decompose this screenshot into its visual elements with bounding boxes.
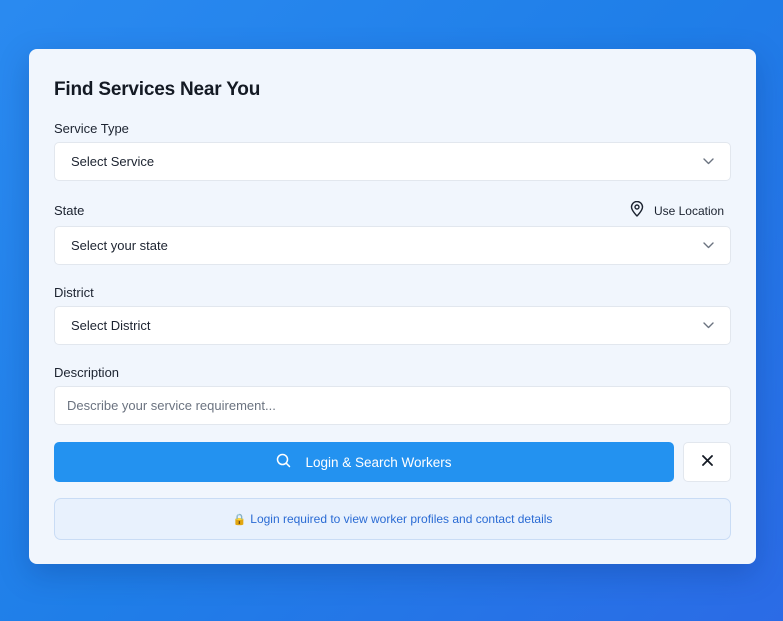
chevron-down-icon [702, 240, 714, 252]
use-location-button[interactable]: Use Location [630, 200, 724, 220]
search-icon [276, 453, 291, 471]
login-search-label: Login & Search Workers [305, 454, 452, 470]
service-type-value: Select Service [71, 154, 155, 169]
card-title: Find Services Near You [54, 79, 261, 100]
use-location-label: Use Location [653, 203, 724, 218]
clear-button[interactable] [683, 442, 731, 482]
description-input[interactable] [54, 386, 731, 425]
service-type-label: Service Type [54, 121, 129, 136]
chevron-down-icon [702, 320, 714, 332]
lock-icon: 🔒 [232, 513, 247, 526]
district-select[interactable]: Select District [54, 306, 731, 345]
district-value: Select District [71, 318, 151, 333]
district-label: District [54, 285, 94, 300]
chevron-down-icon [702, 156, 714, 168]
state-select[interactable]: Select your state [54, 226, 731, 265]
map-pin-icon [630, 200, 644, 220]
search-card: Find Services Near You Service Type Sele… [29, 49, 756, 564]
login-notice-text: Login required to view worker profiles a… [250, 512, 553, 526]
service-type-select[interactable]: Select Service [54, 142, 731, 181]
login-notice: 🔒 Login required to view worker profiles… [54, 498, 731, 540]
description-label: Description [54, 365, 120, 380]
state-label: State [54, 203, 85, 218]
close-icon [701, 453, 713, 471]
state-value: Select your state [71, 238, 168, 253]
login-search-button[interactable]: Login & Search Workers [54, 442, 674, 482]
